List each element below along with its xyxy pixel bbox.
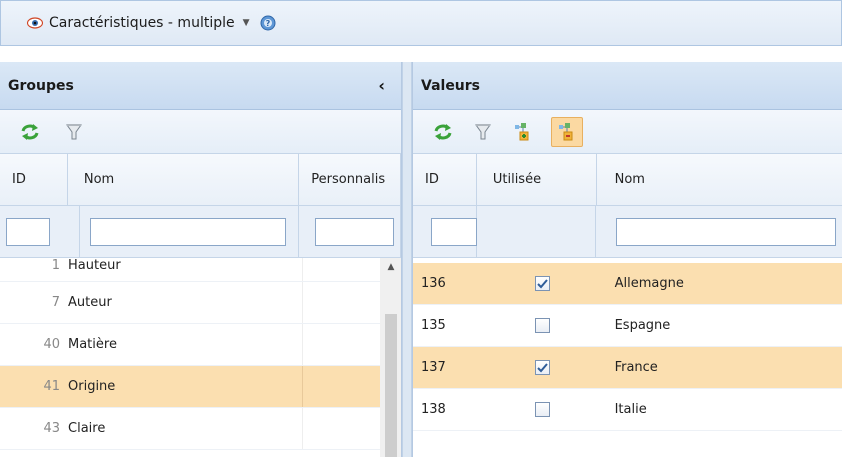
used-checkbox[interactable]	[535, 360, 551, 375]
used-checkbox[interactable]	[535, 318, 551, 333]
row-personnalisation	[302, 366, 380, 407]
table-row[interactable]: 7 Auteur	[0, 282, 401, 324]
row-id: 7	[51, 295, 60, 310]
row-personnalisation	[302, 324, 380, 365]
values-toolbar	[413, 110, 842, 154]
filter-nom-input[interactable]	[89, 217, 286, 246]
row-id: 41	[43, 379, 60, 394]
table-row[interactable]: 135 Espagne	[413, 305, 842, 347]
groups-rows: 1 Hauteur 7 Auteur 40 Matière 41 Origine 43 Clair…	[0, 258, 401, 457]
filter-personnalisation-input[interactable]	[315, 217, 395, 246]
refresh-icon	[21, 123, 39, 140]
filter-nom-input[interactable]	[616, 217, 836, 246]
column-id[interactable]: ID	[413, 154, 477, 205]
row-nom: Espagne	[614, 318, 671, 333]
values-panel-header: Valeurs	[413, 62, 842, 110]
row-personnalisation	[302, 408, 380, 449]
window-title: Caractéristiques - multiple	[49, 15, 235, 31]
column-personnalisation[interactable]: Personnalis	[299, 154, 401, 205]
row-nom: France	[614, 360, 658, 375]
filter-button[interactable]	[471, 120, 495, 144]
row-utilisee	[477, 347, 597, 388]
values-panel-title: Valeurs	[421, 77, 481, 94]
groups-panel-title: Groupes	[8, 77, 74, 94]
groups-scrollbar[interactable]: ▲	[380, 258, 401, 457]
row-nom: Origine	[68, 379, 116, 394]
remove-value-icon	[559, 122, 573, 140]
row-nom: Hauteur	[68, 258, 121, 273]
table-row[interactable]: 137 France	[413, 347, 842, 389]
column-id[interactable]: ID	[0, 154, 68, 205]
filter-icon	[475, 123, 491, 139]
chevron-down-icon[interactable]: ▼	[243, 18, 250, 28]
row-id: 137	[421, 360, 446, 375]
groups-column-header: ID Nom Personnalis	[0, 154, 401, 206]
help-icon[interactable]: ?	[260, 15, 276, 31]
values-column-header: ID Utilisée Nom	[413, 154, 842, 206]
refresh-button[interactable]	[18, 120, 42, 144]
svg-text:?: ?	[265, 19, 270, 28]
table-row[interactable]: 136 Allemagne	[413, 263, 842, 305]
collapse-icon[interactable]: ‹	[378, 76, 385, 95]
row-nom: Matière	[68, 337, 117, 352]
window-header: Caractéristiques - multiple ▼ ?	[0, 0, 842, 46]
add-value-button[interactable]	[511, 120, 535, 144]
filter-id-input[interactable]	[431, 217, 477, 246]
table-row[interactable]: 138 Italie	[413, 389, 842, 431]
row-id: 135	[421, 318, 446, 333]
row-id: 136	[421, 276, 446, 291]
refresh-button[interactable]	[431, 120, 455, 144]
values-filter-row	[413, 206, 842, 258]
eye-icon	[27, 17, 43, 29]
filter-button[interactable]	[62, 120, 86, 144]
table-row[interactable]: 43 Claire	[0, 408, 401, 450]
values-rows: 136 Allemagne 135 Espagne 137 France 138 Italie	[413, 258, 842, 431]
scrollbar-thumb[interactable]	[385, 314, 397, 457]
remove-value-button[interactable]	[551, 116, 583, 147]
table-row[interactable]: 1 Hauteur	[0, 258, 401, 282]
row-nom: Auteur	[68, 295, 112, 310]
groups-filter-row	[0, 206, 401, 258]
filter-id-input[interactable]	[6, 217, 50, 246]
refresh-icon	[434, 123, 452, 140]
row-personnalisation	[302, 258, 380, 281]
row-id: 43	[43, 421, 60, 436]
column-nom[interactable]: Nom	[597, 154, 842, 205]
row-id: 40	[43, 337, 60, 352]
filter-icon	[66, 123, 82, 139]
row-id: 138	[421, 402, 446, 417]
row-nom: Italie	[614, 402, 647, 417]
row-utilisee	[477, 305, 597, 346]
row-nom: Claire	[68, 421, 106, 436]
add-value-icon	[515, 122, 529, 140]
row-nom: Allemagne	[614, 276, 684, 291]
panel-splitter[interactable]	[402, 62, 412, 457]
table-row[interactable]: 41 Origine	[0, 366, 401, 408]
groups-panel-header: Groupes ‹	[0, 62, 401, 110]
used-checkbox[interactable]	[535, 276, 551, 291]
groups-panel: Groupes ‹ ID Nom Personnalis 1 Hauteur 7 A	[0, 62, 402, 457]
groups-toolbar	[0, 110, 401, 154]
row-id: 1	[51, 258, 60, 273]
table-row[interactable]: 40 Matière	[0, 324, 401, 366]
row-utilisee	[477, 263, 597, 304]
row-utilisee	[477, 389, 597, 430]
column-utilisee[interactable]: Utilisée	[477, 154, 597, 205]
scroll-up-icon[interactable]: ▲	[380, 258, 401, 276]
used-checkbox[interactable]	[535, 402, 551, 417]
column-nom[interactable]: Nom	[68, 154, 300, 205]
row-personnalisation	[302, 282, 380, 323]
values-panel: Valeurs ID Utilisée Nom 136 Allemagne 13…	[412, 62, 842, 457]
